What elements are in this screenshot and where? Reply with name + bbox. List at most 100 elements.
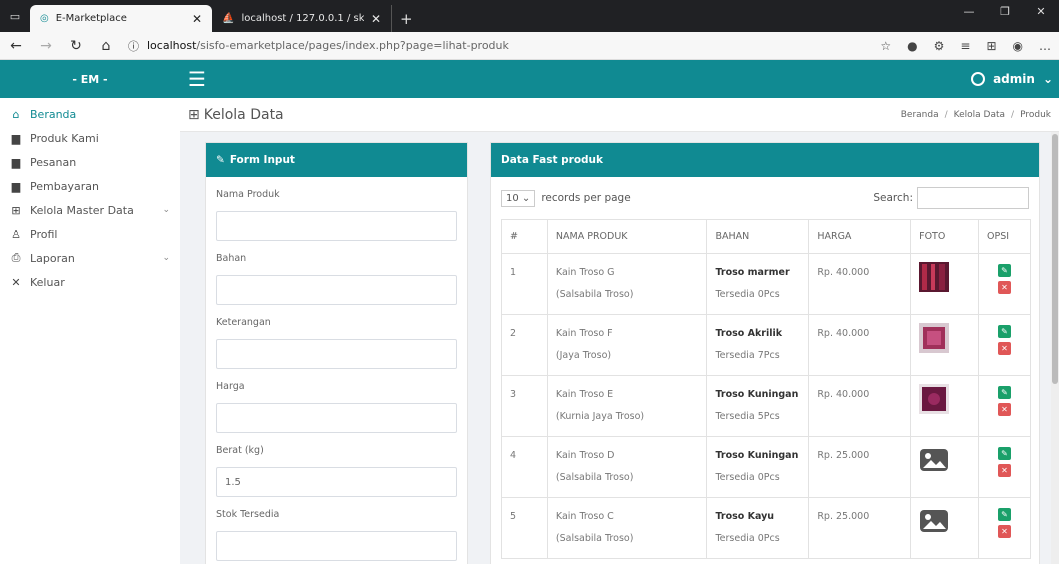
delete-button[interactable]: ✕ — [998, 525, 1011, 538]
grid-icon: ▆ — [11, 179, 21, 193]
cell-bahan: Troso Kuningan Tersedia 5Pcs — [706, 375, 810, 437]
sidebar-item-label: Keluar — [30, 275, 65, 289]
info-icon[interactable]: ⓘ — [128, 38, 139, 54]
edit-button[interactable]: ✎ — [998, 264, 1011, 277]
cell-no: 3 — [501, 375, 548, 437]
table-controls: 10 ⌄ records per page Search: — [491, 177, 1039, 219]
scrollbar-thumb[interactable] — [1052, 134, 1058, 384]
table-icon: ⊞ — [188, 106, 200, 123]
table-row: 4 Kain Troso D (Salsabila Troso) Troso Kuni… — [501, 436, 1031, 498]
material-name: Troso Kuningan — [715, 450, 799, 461]
edit-button[interactable]: ✎ — [998, 325, 1011, 338]
url-path: /sisfo-emarketplace/pages/index.php?page… — [196, 39, 509, 52]
product-photo[interactable] — [919, 262, 970, 292]
product-name: Kain Troso D — [555, 450, 615, 461]
sidebar-item-profil[interactable]: ♙ Profil — [0, 222, 180, 246]
column-header-bahan[interactable]: BAHAN — [706, 219, 810, 254]
more-icon[interactable]: … — [1039, 39, 1051, 53]
cell-opsi: ✎ ✕ — [978, 375, 1031, 437]
delete-button[interactable]: ✕ — [998, 464, 1011, 477]
app-layout: ⌂ Beranda ▆ Produk Kami ▆ Pesanan ▆ Pemb… — [0, 98, 1059, 564]
column-header-nama[interactable]: NAMA PRODUK — [546, 219, 708, 254]
maximize-icon[interactable]: ❐ — [987, 0, 1023, 24]
sidebar: ⌂ Beranda ▆ Produk Kami ▆ Pesanan ▆ Pemb… — [0, 98, 180, 564]
home-icon[interactable]: ⌂ — [98, 38, 114, 54]
address-bar: ← → ↻ ⌂ ⓘ localhost/sisfo-emarketplace/p… — [0, 32, 1059, 60]
edit-button[interactable]: ✎ — [998, 386, 1011, 399]
favorites-icon[interactable]: ≡ — [960, 39, 970, 53]
refresh-icon[interactable]: ↻ — [68, 38, 84, 54]
sidebar-item-label: Pembayaran — [30, 179, 99, 193]
sidebar-item-label: Kelola Master Data — [30, 203, 134, 217]
cell-harga: Rp. 25.000 — [808, 497, 912, 559]
edit-button[interactable]: ✎ — [998, 508, 1011, 521]
column-header-foto[interactable]: FOTO — [910, 219, 980, 254]
nama-produk-input[interactable] — [216, 211, 457, 241]
harga-input[interactable] — [216, 403, 457, 433]
sidebar-item-pembayaran[interactable]: ▆ Pembayaran — [0, 174, 180, 198]
user-menu[interactable]: admin ⌄ — [971, 72, 1053, 86]
user-name: admin — [993, 72, 1035, 86]
product-photo[interactable] — [919, 384, 970, 414]
field-label-harga: Harga — [216, 381, 245, 392]
column-header-no[interactable]: # — [501, 219, 548, 254]
tab-emarketplace[interactable]: ◎ E-Marketplace ✕ — [30, 5, 212, 32]
chevron-down-icon: ⌄ — [521, 192, 531, 204]
forward-icon[interactable]: → — [38, 38, 54, 54]
stock-text: Tersedia 0Pcs — [715, 289, 780, 300]
url-field[interactable]: ⓘ localhost/sisfo-emarketplace/pages/ind… — [128, 38, 866, 54]
extensions-puzzle-icon[interactable]: ⚙ — [934, 39, 945, 53]
page-scrollbar[interactable] — [1051, 132, 1059, 564]
new-tab-icon[interactable]: + — [392, 5, 421, 32]
app-header: - EM - ☰ admin ⌄ — [0, 60, 1059, 98]
sidebar-item-beranda[interactable]: ⌂ Beranda — [0, 102, 180, 126]
produk-table: # NAMA PRODUK BAHAN HARGA FOTO OPSI 1 Kai… — [501, 219, 1031, 559]
favorite-add-icon[interactable]: ☆ — [880, 39, 891, 53]
breadcrumb-beranda[interactable]: Beranda — [901, 110, 939, 120]
berat-input[interactable]: 1.5 — [216, 467, 457, 497]
product-name: Kain Troso E — [555, 389, 614, 400]
bahan-input[interactable] — [216, 275, 457, 305]
tab-close-icon[interactable]: ✕ — [371, 12, 381, 26]
material-name: Troso Akrilik — [715, 328, 783, 339]
product-photo[interactable] — [919, 445, 970, 475]
close-window-icon[interactable]: ✕ — [1023, 0, 1059, 24]
breadcrumb-kelola-data[interactable]: Kelola Data — [954, 110, 1005, 120]
keterangan-input[interactable] — [216, 339, 457, 369]
tab-close-icon[interactable]: ✕ — [192, 12, 202, 26]
minimize-icon[interactable]: — — [951, 0, 987, 24]
hamburger-menu-icon[interactable]: ☰ — [188, 67, 206, 91]
product-photo[interactable] — [919, 506, 970, 536]
window-menu-icon[interactable]: ▭ — [0, 0, 30, 32]
cell-foto — [910, 497, 980, 559]
product-photo[interactable] — [919, 323, 970, 353]
search-input[interactable] — [917, 187, 1029, 209]
sidebar-item-keluar[interactable]: ✕ Keluar — [0, 270, 180, 294]
collections-icon[interactable]: ⊞ — [986, 39, 996, 53]
delete-button[interactable]: ✕ — [998, 342, 1011, 355]
sidebar-item-laporan[interactable]: ⎙ Laporan ⌄ — [0, 246, 180, 270]
brand-logo[interactable]: - EM - — [0, 73, 180, 86]
edit-button[interactable]: ✎ — [998, 447, 1011, 460]
back-icon[interactable]: ← — [8, 38, 24, 54]
extension-icon[interactable]: ● — [907, 39, 917, 53]
sidebar-item-produk-kami[interactable]: ▆ Produk Kami — [0, 126, 180, 150]
page-title: ⊞ Kelola Data — [188, 107, 284, 123]
tab-title: E-Marketplace — [55, 13, 127, 24]
tab-phpmyadmin[interactable]: ⛵ localhost / 127.0.0.1 / skripsi_ma ✕ — [212, 5, 392, 32]
profile-icon[interactable]: ◉ — [1013, 39, 1023, 53]
column-header-opsi[interactable]: OPSI — [978, 219, 1031, 254]
sidebar-item-kelola-master-data[interactable]: ⊞ Kelola Master Data ⌄ — [0, 198, 180, 222]
cell-bahan: Troso marmer Tersedia 0Pcs — [706, 253, 810, 315]
sidebar-item-label: Profil — [30, 227, 58, 241]
column-header-harga[interactable]: HARGA — [808, 219, 912, 254]
delete-button[interactable]: ✕ — [998, 281, 1011, 294]
cell-bahan: Troso Kuningan Tersedia 0Pcs — [706, 436, 810, 498]
delete-button[interactable]: ✕ — [998, 403, 1011, 416]
page-size-select[interactable]: 10 ⌄ — [501, 189, 536, 207]
stok-input[interactable] — [216, 531, 457, 561]
sidebar-item-pesanan[interactable]: ▆ Pesanan — [0, 150, 180, 174]
cell-foto — [910, 253, 980, 315]
cell-nama: Kain Troso E (Kurnia Jaya Troso) — [546, 375, 708, 437]
product-name: Kain Troso C — [555, 511, 614, 522]
